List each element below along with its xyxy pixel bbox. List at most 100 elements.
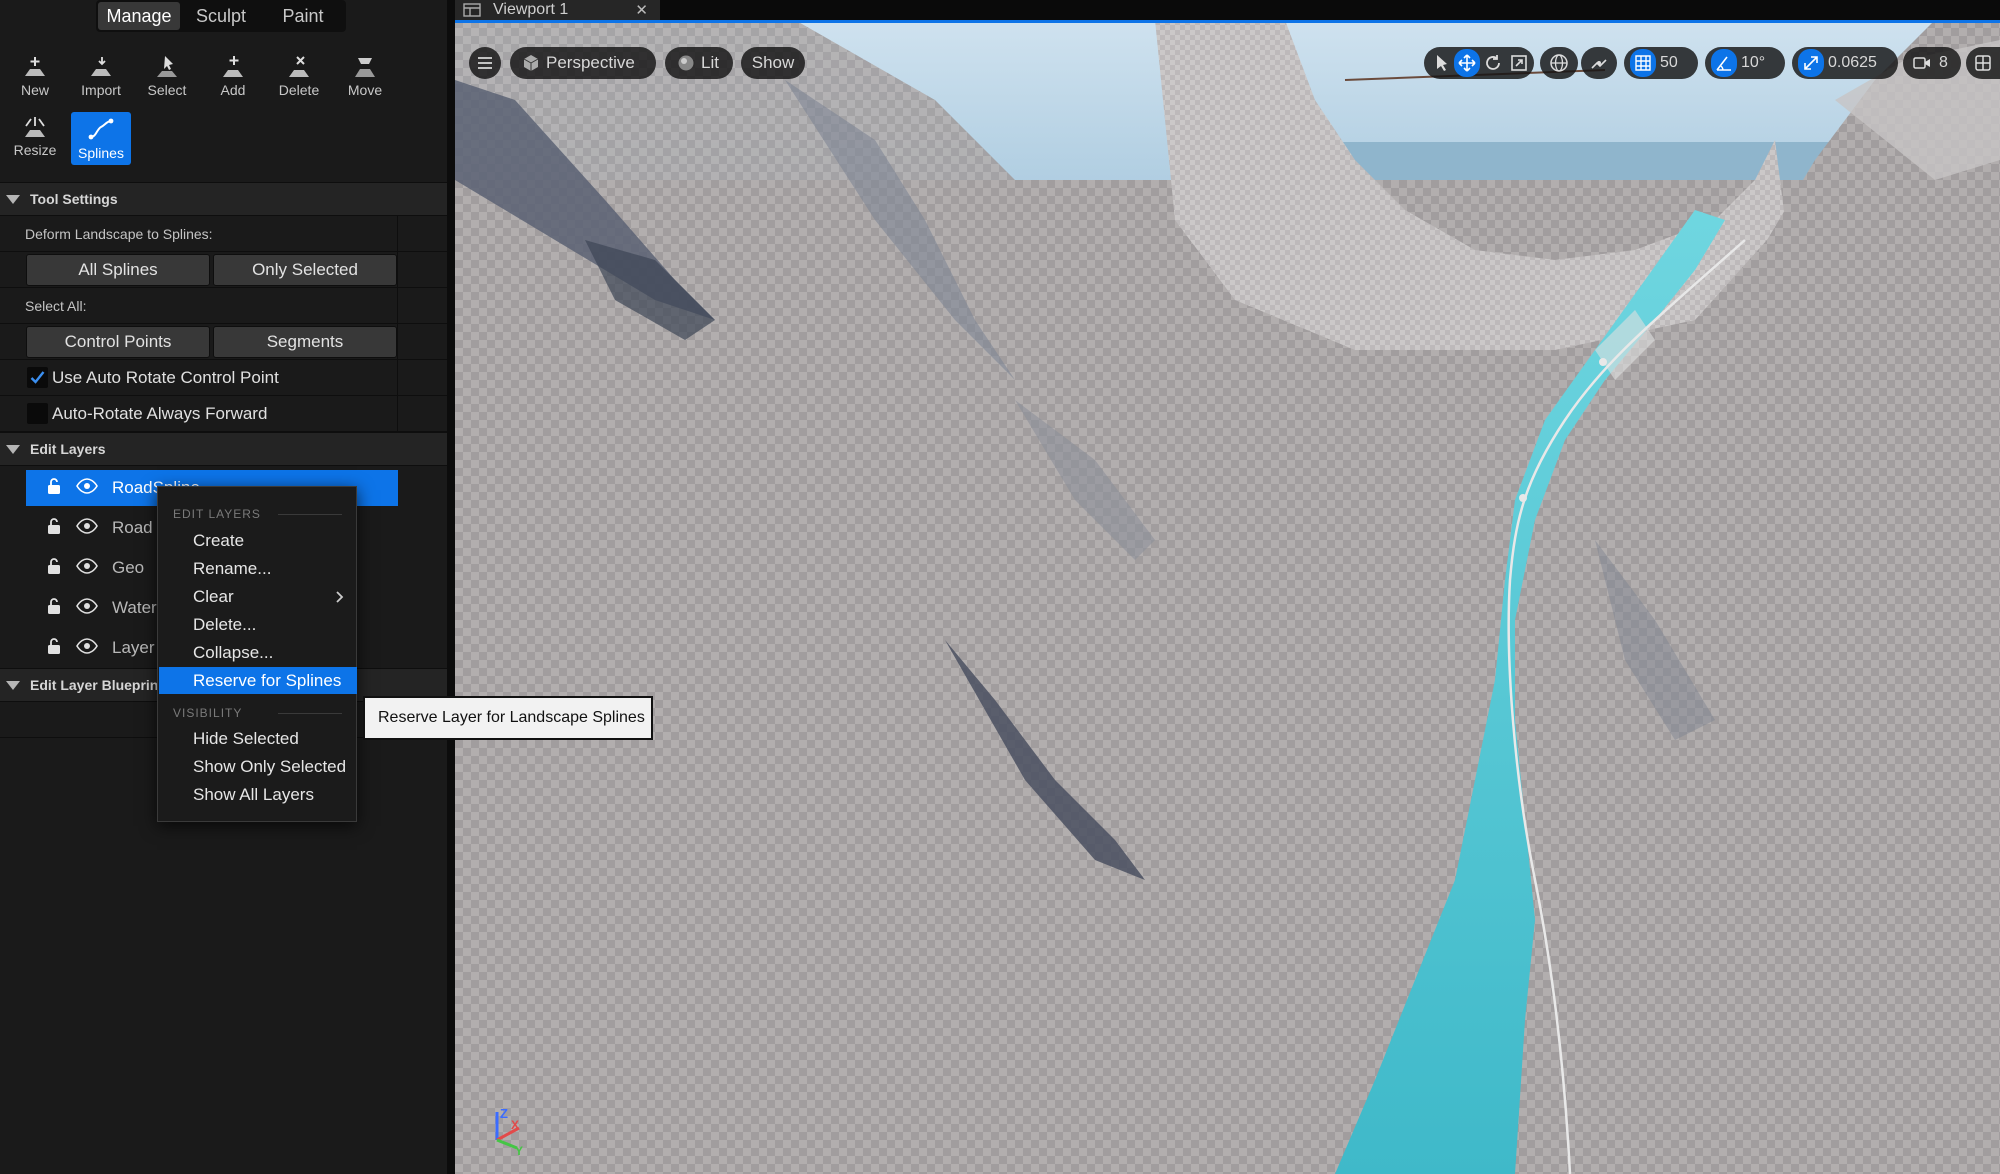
tab-sculpt[interactable]: Sculpt <box>180 2 262 30</box>
control-points-button[interactable]: Control Points <box>26 326 210 358</box>
select-tool-button[interactable]: Select <box>138 48 196 102</box>
always-forward-row: Auto-Rotate Always Forward <box>0 396 447 432</box>
edit-layer-blueprint-title: Edit Layer Blueprint <box>30 677 164 693</box>
visibility-eye-icon[interactable] <box>76 557 100 579</box>
axis-z-label: Z <box>500 1106 508 1121</box>
resize-tool-button[interactable]: Resize <box>6 108 64 162</box>
menu-item-rename[interactable]: Rename... <box>159 555 357 582</box>
camera-speed-button[interactable]: 8 <box>1903 47 1961 79</box>
layout-grid-icon <box>1975 55 1991 71</box>
add-tool-button[interactable]: Add <box>204 48 262 102</box>
all-splines-button[interactable]: All Splines <box>26 254 210 286</box>
delete-tool-button[interactable]: Delete <box>270 48 328 102</box>
import-tool-label: Import <box>81 82 121 98</box>
collapse-arrow-icon <box>6 444 20 454</box>
scale-snap-group[interactable]: 0.0625 <box>1792 47 1898 79</box>
grid-snap-group[interactable]: 50 <box>1624 47 1698 79</box>
panel-splitter[interactable] <box>447 0 455 1174</box>
layer-name: Road <box>112 518 153 537</box>
tab-paint[interactable]: Paint <box>262 2 344 30</box>
camera-icon <box>1909 49 1935 77</box>
auto-rotate-checkbox[interactable] <box>27 367 48 388</box>
lit-button[interactable]: Lit <box>665 47 733 79</box>
show-button[interactable]: Show <box>741 47 805 79</box>
viewport-layout-button[interactable] <box>1966 47 2000 79</box>
grid-snap-value[interactable]: 50 <box>1656 49 1682 77</box>
select-mode-button[interactable] <box>1430 49 1454 77</box>
grid-icon <box>1635 55 1651 71</box>
rotation-snap-toggle[interactable] <box>1711 49 1737 77</box>
viewport-3d[interactable]: Z X Y Perspective Lit Show 50 10° 0.0625 <box>455 20 2000 1174</box>
visibility-eye-icon[interactable] <box>76 477 100 499</box>
angle-icon <box>1716 56 1731 71</box>
globe-icon <box>1550 54 1568 72</box>
menu-item-show-all-layers[interactable]: Show All Layers <box>159 781 357 808</box>
rotation-snap-value[interactable]: 10° <box>1737 49 1769 77</box>
segments-button[interactable]: Segments <box>213 326 397 358</box>
always-forward-checkbox[interactable] <box>27 403 48 424</box>
delete-icon <box>289 56 309 77</box>
visibility-eye-icon[interactable] <box>76 637 100 659</box>
checkmark-icon <box>30 371 45 384</box>
unlock-icon[interactable] <box>44 516 66 541</box>
perspective-label: Perspective <box>546 53 635 72</box>
cursor-arrow-icon <box>1437 55 1447 71</box>
visibility-eye-icon[interactable] <box>76 517 100 539</box>
import-tool-button[interactable]: Import <box>72 48 130 102</box>
edit-layers-title: Edit Layers <box>30 441 106 457</box>
edit-layers-context-menu: EDIT LAYERS Create Rename... Clear Delet… <box>157 486 357 822</box>
perspective-button[interactable]: Perspective <box>510 47 656 79</box>
menu-item-delete[interactable]: Delete... <box>159 611 357 638</box>
new-tool-button[interactable]: New <box>6 48 64 102</box>
viewport-tab[interactable]: Viewport 1 ✕ <box>455 0 660 20</box>
visibility-eye-icon[interactable] <box>76 597 100 619</box>
tab-manage[interactable]: Manage <box>98 2 180 30</box>
new-icon <box>25 57 45 76</box>
resize-tool-label: Resize <box>13 142 57 158</box>
menu-separator <box>278 514 342 515</box>
viewport-menu-button[interactable] <box>469 47 501 79</box>
add-tool-label: Add <box>220 82 246 98</box>
splines-tool-label: Splines <box>78 145 124 161</box>
surface-snap-icon <box>1591 59 1607 69</box>
translate-mode-button[interactable] <box>1454 49 1480 77</box>
scale-snap-value[interactable]: 0.0625 <box>1824 49 1881 77</box>
grid-snap-toggle[interactable] <box>1630 49 1656 77</box>
menu-item-clear[interactable]: Clear <box>159 583 357 610</box>
scale-snap-toggle[interactable] <box>1798 49 1824 77</box>
unlock-icon[interactable] <box>44 596 66 621</box>
tool-settings-title: Tool Settings <box>30 191 118 207</box>
rotate-mode-button[interactable] <box>1480 49 1506 77</box>
menu-heading-visibility: VISIBILITY <box>173 706 243 720</box>
only-selected-button[interactable]: Only Selected <box>213 254 397 286</box>
mode-tabs: Manage Sculpt Paint <box>96 0 346 32</box>
deform-label: Deform Landscape to Splines: <box>25 226 213 242</box>
menu-heading-edit-layers: EDIT LAYERS <box>173 507 261 521</box>
menu-item-collapse[interactable]: Collapse... <box>159 639 357 666</box>
tooltip: Reserve Layer for Landscape Splines <box>363 696 653 740</box>
scale-mode-button[interactable] <box>1506 49 1532 77</box>
unlock-icon[interactable] <box>44 476 66 501</box>
menu-item-reserve-for-splines[interactable]: Reserve for Splines <box>159 667 357 694</box>
splines-tool-button[interactable]: Splines <box>71 112 131 165</box>
select-icon <box>157 56 177 77</box>
unlock-icon[interactable] <box>44 556 66 581</box>
close-icon[interactable]: ✕ <box>635 1 648 19</box>
perspective-cube-icon <box>522 54 540 72</box>
splines-icon <box>88 118 114 140</box>
menu-item-clear-label: Clear <box>193 586 234 606</box>
edit-layers-header[interactable]: Edit Layers <box>0 432 447 466</box>
deform-label-row: Deform Landscape to Splines: <box>0 216 447 252</box>
rotation-snap-group[interactable]: 10° <box>1705 47 1785 79</box>
chevron-right-icon <box>336 591 344 603</box>
menu-item-hide-selected[interactable]: Hide Selected <box>159 725 357 752</box>
surface-snap-button[interactable] <box>1581 47 1617 79</box>
delete-tool-label: Delete <box>278 82 320 98</box>
unlock-icon[interactable] <box>44 636 66 661</box>
menu-item-show-only-selected[interactable]: Show Only Selected <box>159 753 357 780</box>
tool-settings-header[interactable]: Tool Settings <box>0 182 447 216</box>
menu-item-create[interactable]: Create <box>159 527 357 554</box>
move-tool-button[interactable]: Move <box>336 48 394 102</box>
coordinate-space-button[interactable] <box>1540 47 1578 79</box>
lit-label: Lit <box>701 53 719 72</box>
